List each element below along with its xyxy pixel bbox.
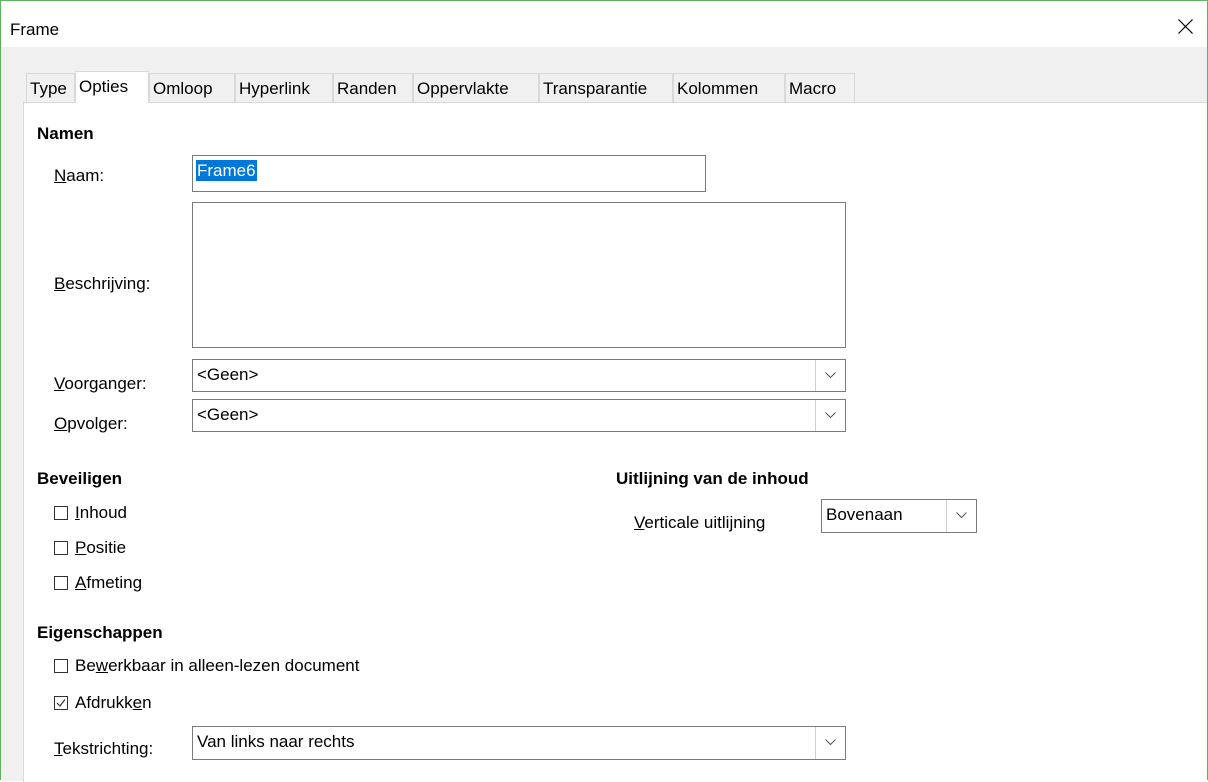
next-value: <Geen>: [197, 405, 259, 424]
alignment-section-title: Uitlijning van de inhoud: [616, 469, 809, 488]
title-bar: Frame: [1, 1, 1207, 47]
print-label[interactable]: Afdrukken: [75, 693, 152, 713]
tab-randen[interactable]: Randen: [333, 73, 413, 102]
frame-dialog: Frame Type Opties Omloop Hyperlink Rande…: [0, 0, 1208, 782]
tab-label: Transparantie: [543, 79, 648, 98]
window-title: Frame: [10, 20, 60, 39]
text-direction-dropdown-arrow[interactable]: [815, 727, 845, 759]
chevron-down-icon: [825, 371, 836, 378]
protect-section-title: Beveiligen: [37, 469, 123, 488]
text-direction-value: Van links naar rechts: [197, 732, 355, 751]
previous-dropdown-arrow[interactable]: [815, 360, 845, 391]
names-section-title: Namen: [37, 124, 94, 143]
previous-value: <Geen>: [197, 365, 259, 384]
vertical-alignment-dropdown[interactable]: Bovenaan: [821, 499, 977, 533]
description-label: Beschrijving:: [54, 274, 151, 293]
tab-label: Hyperlink: [239, 79, 310, 98]
tab-macro[interactable]: Macro: [785, 73, 855, 102]
tab-type[interactable]: Type: [26, 73, 75, 102]
protect-size-label[interactable]: Afmeting: [75, 573, 142, 593]
editable-readonly-checkbox[interactable]: [54, 659, 68, 673]
tab-oppervlakte[interactable]: Oppervlakte: [413, 73, 539, 102]
protect-size-checkbox[interactable]: [54, 576, 68, 590]
tab-kolommen[interactable]: Kolommen: [673, 73, 785, 102]
protect-content-label[interactable]: Inhoud: [75, 503, 127, 523]
vertical-alignment-value: Bovenaan: [826, 505, 903, 524]
previous-dropdown[interactable]: <Geen>: [192, 359, 846, 392]
tab-opties[interactable]: Opties: [75, 71, 149, 103]
chevron-down-icon: [956, 512, 967, 519]
properties-section-title: Eigenschappen: [37, 623, 163, 642]
protect-content-checkbox[interactable]: [54, 506, 68, 520]
tab-label: Kolommen: [677, 79, 759, 98]
editable-readonly-label[interactable]: Bewerkbaar in alleen-lezen document: [75, 656, 359, 676]
chevron-down-icon: [825, 411, 836, 418]
print-checkbox[interactable]: [54, 696, 68, 710]
vertical-alignment-label: Verticale uitlijning: [634, 513, 766, 532]
name-value: Frame6: [196, 160, 257, 181]
close-button[interactable]: [1167, 11, 1203, 41]
vertical-alignment-dropdown-arrow[interactable]: [946, 500, 976, 532]
tab-label: Macro: [789, 79, 837, 98]
checkmark-icon: [56, 699, 66, 707]
description-textarea[interactable]: [192, 202, 846, 348]
name-label: Naam:: [54, 166, 105, 185]
options-page: Namen Naam: Frame6 Beschrijving: Voorgan…: [23, 102, 1207, 782]
tab-label: Type: [30, 79, 67, 98]
next-dropdown-arrow[interactable]: [815, 400, 845, 431]
next-dropdown[interactable]: <Geen>: [192, 399, 846, 432]
next-label: Opvolger:: [54, 414, 128, 433]
tab-label: Omloop: [153, 79, 213, 98]
name-input[interactable]: Frame6: [192, 155, 706, 192]
tab-label: Oppervlakte: [417, 79, 509, 98]
text-direction-dropdown[interactable]: Van links naar rechts: [192, 726, 846, 760]
tab-label: Randen: [337, 79, 397, 98]
dialog-body: Type Opties Omloop Hyperlink Randen Oppe…: [1, 47, 1207, 782]
protect-position-label[interactable]: Positie: [75, 538, 126, 558]
chevron-down-icon: [825, 739, 836, 746]
text-direction-label: Tekstrichting:: [54, 739, 154, 758]
previous-label: Voorganger:: [54, 374, 147, 393]
tab-transparantie[interactable]: Transparantie: [539, 73, 673, 102]
tab-omloop[interactable]: Omloop: [149, 73, 235, 102]
protect-position-checkbox[interactable]: [54, 541, 68, 555]
tab-label: Opties: [79, 77, 129, 96]
tab-hyperlink[interactable]: Hyperlink: [235, 73, 333, 102]
close-icon: [1178, 19, 1193, 34]
